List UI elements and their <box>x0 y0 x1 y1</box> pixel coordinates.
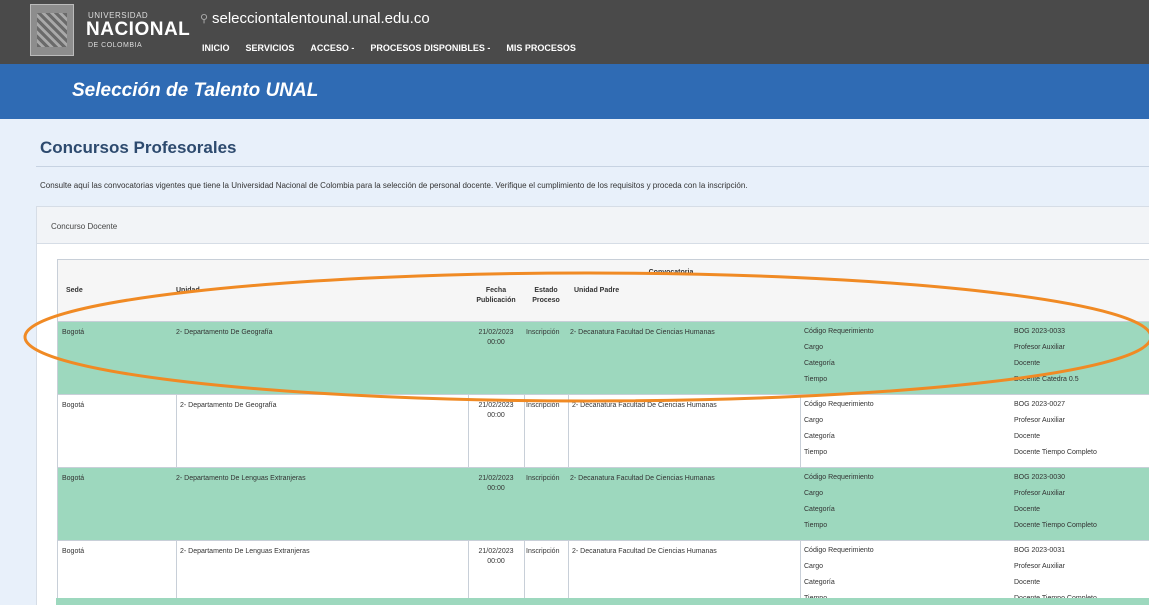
header-sede[interactable]: Sede <box>66 286 83 296</box>
value-codigo: BOG 2023-0031 <box>1014 547 1065 554</box>
header-estado[interactable]: Estado Proceso <box>526 286 566 306</box>
label-cargo: Cargo <box>804 417 824 424</box>
nav-inicio[interactable]: INICIO <box>202 43 230 53</box>
intro-text: Consulte aquí las convocatorias vigentes… <box>40 181 748 190</box>
label-codigo: Código Requerimiento <box>804 401 874 408</box>
table-row[interactable]: Bogotá 2- Departamento De Geografía 21/0… <box>58 322 1149 395</box>
cell-fecha: 21/02/2023 00:00 <box>478 402 514 419</box>
cell-sede: Bogotá <box>62 548 85 555</box>
column-divider <box>568 541 569 605</box>
site-banner: Selección de Talento UNAL <box>0 64 1149 119</box>
university-subtitle: DE COLOMBIA <box>88 42 143 49</box>
column-divider <box>176 541 177 605</box>
header-unidad-padre[interactable]: Unidad Padre <box>574 286 619 296</box>
cell-unidad-padre: 2- Decanatura Facultad De Ciencias Human… <box>572 402 717 409</box>
cell-estado: Inscripción <box>526 402 560 409</box>
value-codigo: BOG 2023-0030 <box>1014 474 1065 481</box>
cell-fecha: 21/02/2023 00:00 <box>478 475 514 492</box>
cell-unidad: 2- Departamento De Geografía <box>180 402 277 409</box>
column-divider <box>524 541 525 605</box>
cell-estado: Inscripción <box>526 548 560 555</box>
nav-servicios[interactable]: SERVICIOS <box>246 43 295 53</box>
university-seal-icon <box>37 13 67 47</box>
column-divider <box>800 541 801 605</box>
cell-unidad: 2- Departamento De Lenguas Extranjeras <box>176 475 306 482</box>
table-row[interactable]: Bogotá 2- Departamento De Lenguas Extran… <box>58 541 1149 605</box>
table-row-partial <box>56 598 1149 605</box>
column-divider <box>800 395 801 467</box>
value-codigo: BOG 2023-0027 <box>1014 401 1065 408</box>
cell-estado: Inscripción <box>526 329 560 336</box>
university-name: NACIONAL <box>86 19 191 40</box>
column-divider <box>468 541 469 605</box>
cell-estado: Inscripción <box>526 475 560 482</box>
convocatorias-table: Convocatoria Sede Unidad Fecha Publicaci… <box>57 259 1149 605</box>
value-cargo: Profesor Auxiliar <box>1014 344 1065 351</box>
label-cargo: Cargo <box>804 490 824 497</box>
value-categoria: Docente <box>1014 433 1041 440</box>
header-fecha[interactable]: Fecha Publicación <box>470 286 522 306</box>
main-nav: INICIO SERVICIOS ACCESO - PROCESOS DISPO… <box>202 43 576 53</box>
value-cargo: Profesor Auxiliar <box>1014 417 1065 424</box>
label-cargo: Cargo <box>804 563 824 570</box>
cell-sede: Bogotá <box>62 475 85 482</box>
nav-acceso[interactable]: ACCESO - <box>310 43 354 53</box>
panel-header: Concurso Docente <box>37 207 1149 244</box>
site-domain[interactable]: selecciontalentounal.unal.edu.co <box>212 10 430 27</box>
panel-title: Concurso Docente <box>51 222 118 231</box>
cell-unidad-padre: 2- Decanatura Facultad De Ciencias Human… <box>570 475 715 482</box>
label-codigo: Código Requerimiento <box>804 328 874 335</box>
top-header: UNIVERSIDAD NACIONAL DE COLOMBIA ⚲ selec… <box>0 0 1149 64</box>
label-tiempo: Tiempo <box>804 522 828 529</box>
label-codigo: Código Requerimiento <box>804 474 874 481</box>
table-row[interactable]: Bogotá 2- Departamento De Lenguas Extran… <box>58 468 1149 541</box>
value-cargo: Profesor Auxiliar <box>1014 490 1065 497</box>
label-categoria: Categoría <box>804 433 835 440</box>
column-divider <box>524 395 525 467</box>
cell-sede: Bogotá <box>62 402 85 409</box>
label-categoria: Categoría <box>804 579 835 586</box>
label-categoria: Categoría <box>804 360 835 367</box>
cell-unidad-padre: 2- Decanatura Facultad De Ciencias Human… <box>572 548 717 555</box>
cell-sede: Bogotá <box>62 329 85 336</box>
value-tiempo: Docente Tiempo Completo <box>1014 522 1097 529</box>
cell-unidad-padre: 2- Decanatura Facultad De Ciencias Human… <box>570 329 715 336</box>
label-tiempo: Tiempo <box>804 449 828 456</box>
value-categoria: Docente <box>1014 360 1041 367</box>
value-categoria: Docente <box>1014 506 1041 513</box>
header-unidad[interactable]: Unidad <box>176 286 200 296</box>
label-cargo: Cargo <box>804 344 824 351</box>
label-tiempo: Tiempo <box>804 376 828 383</box>
value-cargo: Profesor Auxiliar <box>1014 563 1065 570</box>
nav-mis-procesos[interactable]: MIS PROCESOS <box>506 43 576 53</box>
cell-unidad: 2- Departamento De Geografía <box>176 329 273 336</box>
value-categoria: Docente <box>1014 579 1041 586</box>
location-pin-icon: ⚲ <box>200 13 209 25</box>
heading-divider <box>36 166 1149 167</box>
header-group-convocatoria: Convocatoria <box>648 269 694 276</box>
cell-fecha: 21/02/2023 00:00 <box>478 548 514 565</box>
site-title: Selección de Talento UNAL <box>72 80 319 101</box>
value-codigo: BOG 2023-0033 <box>1014 328 1065 335</box>
column-divider <box>468 395 469 467</box>
value-tiempo: Docente Catedra 0.5 <box>1014 376 1079 383</box>
column-divider <box>568 395 569 467</box>
university-logo[interactable] <box>30 4 74 56</box>
label-codigo: Código Requerimiento <box>804 547 874 554</box>
concurso-panel: Concurso Docente Convocatoria Sede Unida… <box>36 206 1149 605</box>
table-header: Convocatoria Sede Unidad Fecha Publicaci… <box>58 260 1149 322</box>
table-row[interactable]: Bogotá 2- Departamento De Geografía 21/0… <box>58 395 1149 468</box>
cell-unidad: 2- Departamento De Lenguas Extranjeras <box>180 548 310 555</box>
column-divider <box>176 395 177 467</box>
cell-fecha: 21/02/2023 00:00 <box>478 329 514 346</box>
value-tiempo: Docente Tiempo Completo <box>1014 449 1097 456</box>
nav-procesos-disponibles[interactable]: PROCESOS DISPONIBLES - <box>370 43 490 53</box>
page-title: Concursos Profesorales <box>40 138 237 157</box>
label-categoria: Categoría <box>804 506 835 513</box>
